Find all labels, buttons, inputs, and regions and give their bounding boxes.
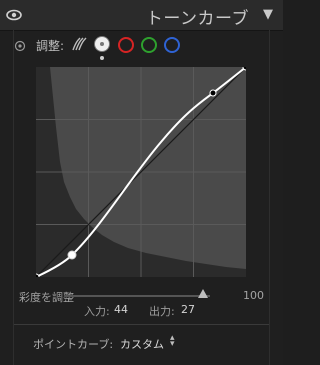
divider: [14, 324, 269, 325]
saturation-slider-thumb[interactable]: [198, 289, 208, 298]
parametric-curve-icon[interactable]: [71, 37, 89, 51]
saturation-value[interactable]: 100: [243, 289, 264, 302]
output-value[interactable]: 27: [181, 303, 195, 316]
tone-curve-graph[interactable]: [36, 67, 246, 277]
target-adjustment-icon[interactable]: [14, 40, 26, 52]
input-label: 入力:: [84, 305, 110, 318]
eye-icon[interactable]: [6, 8, 22, 22]
adjust-label: 調整:: [36, 39, 65, 53]
panel-edge-left: [13, 30, 14, 365]
input-value[interactable]: 44: [114, 303, 128, 316]
panel-edge-right: [269, 30, 270, 365]
point-curve-select[interactable]: カスタム: [120, 336, 164, 352]
tone-curve-svg[interactable]: [36, 67, 246, 277]
green-channel-button[interactable]: [141, 37, 157, 53]
panel-title: トーンカーブ: [145, 9, 249, 29]
curve-point-highlight[interactable]: [209, 89, 217, 97]
selected-channel-indicator: [100, 56, 104, 60]
point-curve-label: ポイントカーブ:: [33, 338, 114, 351]
blue-channel-button[interactable]: [164, 37, 180, 53]
chevron-updown-icon[interactable]: ▴ ▾: [170, 334, 175, 349]
collapse-icon[interactable]: ▼: [263, 7, 273, 22]
output-label: 出力:: [149, 305, 175, 318]
saturation-slider-track[interactable]: [64, 295, 210, 297]
tone-curve-panel: トーンカーブ ▼ 調整: 彩度を調整 100 入力: 44 出力: 27 ポイン…: [0, 0, 283, 365]
point-curve-channel-button[interactable]: [95, 37, 109, 51]
saturation-label: 彩度を調整: [19, 291, 74, 304]
panel-header[interactable]: トーンカーブ ▼: [0, 0, 283, 31]
red-channel-button[interactable]: [118, 37, 134, 53]
curve-point-selected[interactable]: [67, 250, 77, 260]
